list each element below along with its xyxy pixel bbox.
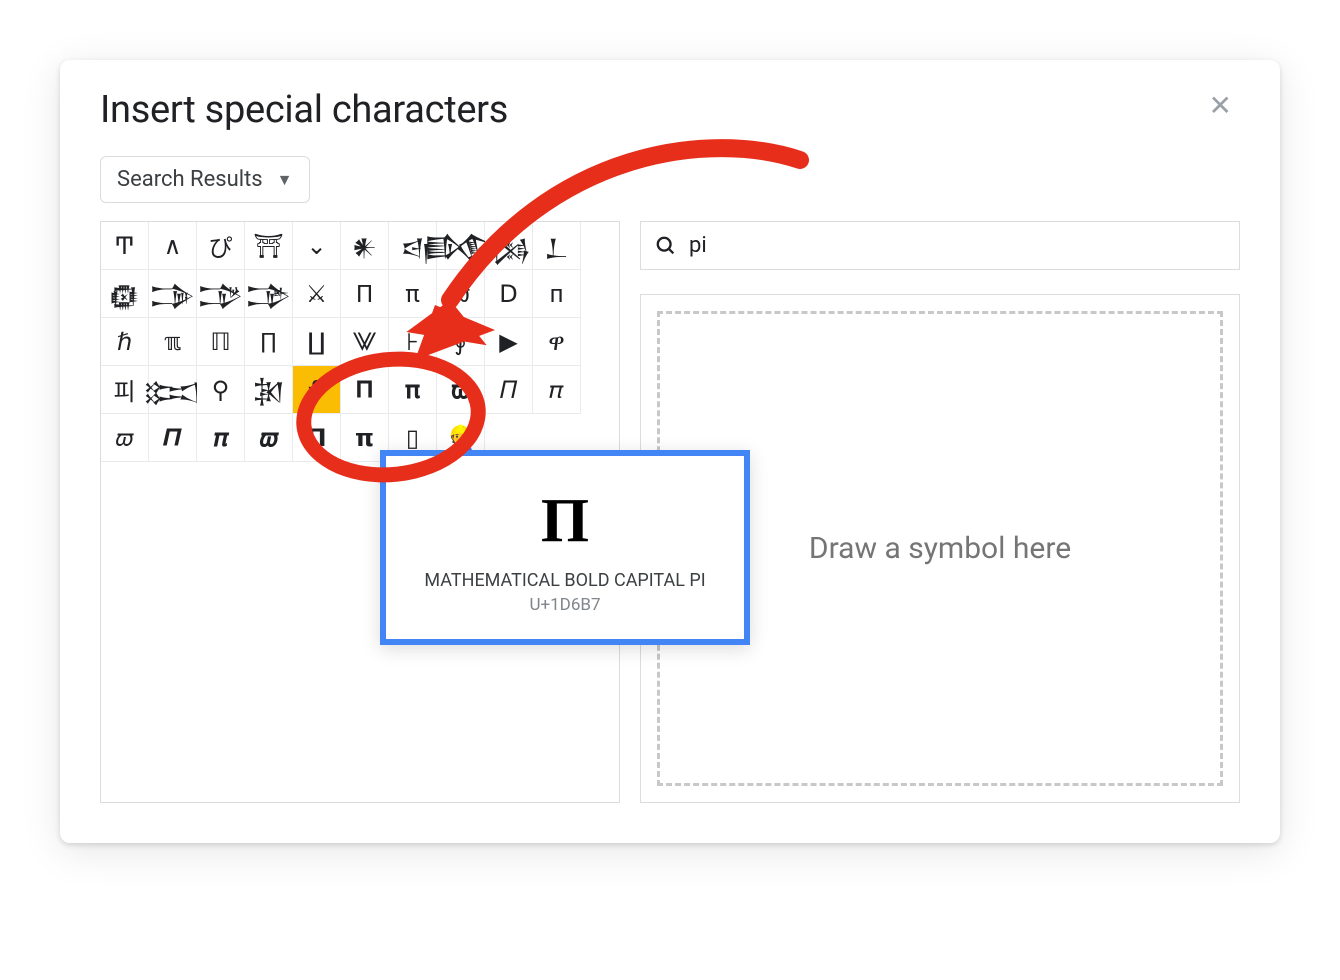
- char-cell[interactable]: ⌄: [293, 222, 341, 270]
- char-cell[interactable]: ℼ: [149, 318, 197, 366]
- char-cell[interactable]: ϖ: [437, 270, 485, 318]
- char-cell[interactable]: ⛩: [245, 222, 293, 270]
- char-cell[interactable]: 𝝥: [293, 414, 341, 462]
- char-cell[interactable]: ∧: [149, 222, 197, 270]
- char-cell[interactable]: ∐: [293, 318, 341, 366]
- char-cell[interactable]: 𝛱: [485, 366, 533, 414]
- close-button[interactable]: ✕: [1201, 88, 1240, 124]
- preview-name: MATHEMATICAL BOLD CAPITAL PI: [406, 570, 724, 591]
- char-cell[interactable]: 𝚷: [341, 366, 389, 414]
- char-cell[interactable]: 𒁐: [245, 366, 293, 414]
- char-cell[interactable]: ⊦: [389, 318, 437, 366]
- char-cell[interactable]: 𒁎: [149, 366, 197, 414]
- search-icon: [655, 235, 677, 257]
- character-preview-tooltip: Π MATHEMATICAL BOLD CAPITAL PI U+1D6B7: [380, 450, 750, 645]
- char-cell[interactable]: ⚘: [293, 366, 341, 414]
- search-input[interactable]: [687, 232, 1225, 259]
- char-cell[interactable]: 𒀭: [341, 222, 389, 270]
- char-cell[interactable]: 𒁊: [149, 270, 197, 318]
- char-cell[interactable]: ぴ: [197, 222, 245, 270]
- preview-codepoint: U+1D6B7: [406, 595, 724, 615]
- char-cell[interactable]: ∮: [437, 318, 485, 366]
- char-cell[interactable]: 𒁃: [437, 222, 485, 270]
- preview-glyph: Π: [406, 490, 724, 552]
- char-cell[interactable]: ℿ: [197, 318, 245, 366]
- draw-hint-text: Draw a symbol here: [809, 531, 1071, 566]
- char-cell[interactable]: ⚲: [197, 366, 245, 414]
- char-cell[interactable]: 𝜋: [533, 366, 581, 414]
- search-box[interactable]: [640, 221, 1240, 270]
- char-cell[interactable]: 𒁆: [485, 222, 533, 270]
- chevron-down-icon: ▼: [277, 170, 293, 190]
- char-cell[interactable]: 𒁋: [197, 270, 245, 318]
- char-cell[interactable]: ▶: [485, 318, 533, 366]
- char-cell[interactable]: ⚔: [293, 270, 341, 318]
- char-cell[interactable]: 피: [101, 366, 149, 414]
- char-cell[interactable]: ዋ: [533, 318, 581, 366]
- char-cell[interactable]: 𒁇: [533, 222, 581, 270]
- dropdown-label: Search Results: [117, 167, 263, 192]
- char-cell[interactable]: 𒁌: [245, 270, 293, 318]
- char-cell[interactable]: 𝜫: [149, 414, 197, 462]
- char-cell[interactable]: ℏ: [101, 318, 149, 366]
- char-cell[interactable]: ⨈: [341, 318, 389, 366]
- char-cell[interactable]: Ͳ: [101, 222, 149, 270]
- char-cell[interactable]: Π: [341, 270, 389, 318]
- character-grid: Ͳ∧ぴ⛩⌄𒀭𒁀𒁃𒁆𒁇𒁈𒁊𒁋𒁌⚔ΠπϖⅮпℏℼℿ∏∐⨈⊦∮▶ዋ피𒁎⚲𒁐⚘𝚷𝛑𝛡𝛱𝜋…: [101, 222, 619, 462]
- char-cell[interactable]: 𝝅: [197, 414, 245, 462]
- char-cell[interactable]: 𝛑: [389, 366, 437, 414]
- char-cell[interactable]: 𒁈: [101, 270, 149, 318]
- char-cell[interactable]: Ⅾ: [485, 270, 533, 318]
- char-cell[interactable]: 𝜛: [101, 414, 149, 462]
- category-dropdown[interactable]: Search Results ▼: [100, 156, 310, 203]
- char-cell[interactable]: 𝝕: [245, 414, 293, 462]
- dialog-title: Insert special characters: [100, 88, 508, 132]
- char-cell[interactable]: ∏: [245, 318, 293, 366]
- char-cell[interactable]: п: [533, 270, 581, 318]
- char-cell[interactable]: 𝛡: [437, 366, 485, 414]
- char-cell[interactable]: π: [389, 270, 437, 318]
